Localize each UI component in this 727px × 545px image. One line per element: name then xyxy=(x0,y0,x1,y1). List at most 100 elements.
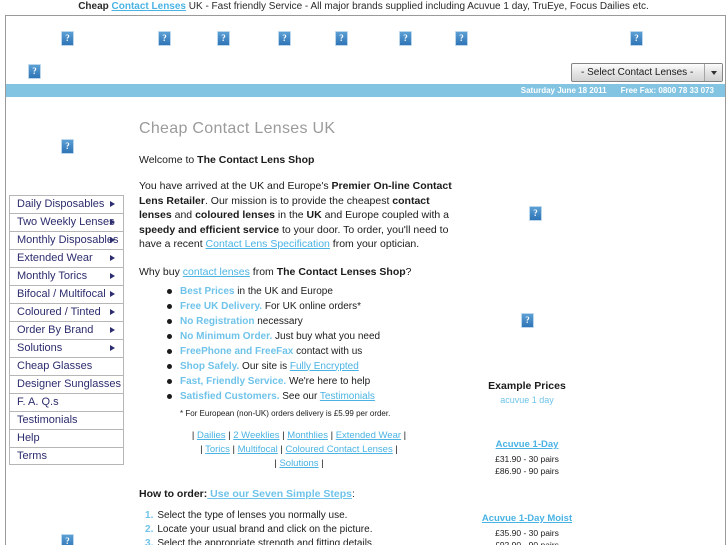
benefit-link[interactable]: Fully Encrypted xyxy=(290,361,359,372)
sidebar-item-testimonials[interactable]: Testimonials xyxy=(9,411,124,429)
category-link-multifocal[interactable]: Multifocal xyxy=(238,444,278,455)
sidebar-item-label: Bifocal / Multifocal xyxy=(17,288,106,300)
example-prices-heading: Example Prices xyxy=(488,380,566,392)
order-steps-list: Select the type of lenses you normally u… xyxy=(139,509,459,545)
sidebar-item-coloured-tinted[interactable]: Coloured / Tinted xyxy=(9,303,124,321)
select-contact-lenses-dropdown[interactable]: - Select Contact Lenses - xyxy=(571,63,723,82)
benefit-highlight: Satisfied Customers. xyxy=(180,390,280,402)
price-list: Acuvue 1-Day £31.90 - 30 pairs £86.90 - 90… xyxy=(466,439,588,545)
sidebar-item-label: Order By Brand xyxy=(17,324,94,336)
example-prices-subheading: acuvue 1 day xyxy=(500,395,554,405)
title-contact-lenses-link[interactable]: Contact Lenses xyxy=(112,1,186,12)
seven-simple-steps-link[interactable]: Use our Seven Simple Steps xyxy=(207,488,352,500)
example-prices-panel: Example Prices acuvue 1 day Acuvue 1-Day… xyxy=(466,380,588,545)
benefit-item: Satisfied Customers. See our Testimonial… xyxy=(167,389,459,404)
sidebar-item-label: Daily Disposables xyxy=(17,198,105,210)
benefit-item: Shop Safely. Our site is Fully Encrypted xyxy=(167,359,459,374)
chevron-right-icon xyxy=(110,201,115,207)
title-suffix: UK - Fast friendly Service - All major b… xyxy=(186,1,649,12)
broken-image-nav-5[interactable]: ? xyxy=(335,31,348,46)
sidebar-item-f-a-q-s[interactable]: F. A. Q.s xyxy=(9,393,124,411)
sidebar-item-solutions[interactable]: Solutions xyxy=(9,339,124,357)
broken-image-nav-7[interactable]: ? xyxy=(455,31,468,46)
sidebar-item-monthly-torics[interactable]: Monthly Torics xyxy=(9,267,124,285)
benefit-text: See our xyxy=(279,390,320,402)
sidebar-item-bifocal-multifocal[interactable]: Bifocal / Multifocal xyxy=(9,285,124,303)
sidebar-item-order-by-brand[interactable]: Order By Brand xyxy=(9,321,124,339)
sidebar-item-monthly-disposables[interactable]: Monthly Disposables xyxy=(9,231,124,249)
broken-image-nav-3[interactable]: ? xyxy=(217,31,230,46)
broken-image-sidebar-bottom[interactable]: ? xyxy=(61,534,74,545)
broken-image-nav-8[interactable]: ? xyxy=(630,31,643,46)
category-link-dailies[interactable]: Dailies xyxy=(197,430,226,441)
price-item: Acuvue 1-Day Moist £35.90 - 30 pairs £92.9… xyxy=(466,513,588,545)
sidebar-item-label: Monthly Disposables xyxy=(17,234,119,246)
intro-paragraph: You have arrived at the UK and Europe's … xyxy=(139,179,459,252)
sidebar-item-help[interactable]: Help xyxy=(9,429,124,447)
sidebar-item-two-weekly-lenses[interactable]: Two Weekly Lenses xyxy=(9,213,124,231)
free-fax-number: Free Fax: 0800 78 33 073 xyxy=(620,86,714,95)
page-title: Cheap Contact Lenses UK xyxy=(139,120,336,137)
sidebar-item-label: F. A. Q.s xyxy=(17,396,59,408)
chevron-right-icon xyxy=(110,345,115,351)
select-contact-lenses-value: - Select Contact Lenses - xyxy=(581,67,694,78)
chevron-right-icon xyxy=(110,219,115,225)
broken-image-nav-2[interactable]: ? xyxy=(158,31,171,46)
benefit-item: Fast, Friendly Service. We're here to he… xyxy=(167,374,459,389)
benefit-highlight: FreePhone and FreeFax xyxy=(180,345,294,357)
sidebar-item-terms[interactable]: Terms xyxy=(9,447,124,465)
broken-image-sidebar-top[interactable]: ? xyxy=(61,139,74,154)
category-link-rows: | Dailies | 2 Weeklies | Monthlies | Ext… xyxy=(139,429,459,471)
why-buy-middle: from xyxy=(249,265,277,278)
how-to-order-label: How to order: xyxy=(139,487,208,500)
sidebar-item-label: Two Weekly Lenses xyxy=(17,216,115,228)
benefit-highlight: No Minimum Order. xyxy=(180,330,273,342)
category-link-row: | Torics | Multifocal | Coloured Contact… xyxy=(200,443,398,455)
chevron-right-icon xyxy=(110,291,115,297)
intro-bold-3: coloured lenses xyxy=(195,209,276,221)
sidebar-item-daily-disposables[interactable]: Daily Disposables xyxy=(9,195,124,213)
delivery-footnote: * For European (non-UK) orders delivery … xyxy=(180,408,391,418)
benefit-item: No Registration necessary xyxy=(167,314,459,329)
sidebar-item-label: Terms xyxy=(17,450,47,462)
category-link-2-weeklies[interactable]: 2 Weeklies xyxy=(233,430,279,441)
broken-image-logo[interactable]: ? xyxy=(28,64,41,79)
why-buy-shop: The Contact Lenses Shop xyxy=(276,265,406,278)
why-buy-suffix: ? xyxy=(405,265,412,278)
current-date: Saturday June 18 2011 xyxy=(520,86,607,95)
benefit-highlight: Free UK Delivery. xyxy=(180,300,263,312)
sidebar-item-label: Solutions xyxy=(17,342,63,354)
sidebar-item-extended-wear[interactable]: Extended Wear xyxy=(9,249,124,267)
intro-text-2: . Our mission is to provide the cheapest xyxy=(204,194,393,207)
price-line: £35.90 - 30 pairs xyxy=(495,528,559,538)
chevron-down-icon[interactable] xyxy=(704,64,722,81)
sidebar-item-designer-sunglasses[interactable]: Designer Sunglasses xyxy=(9,375,124,393)
broken-image-nav-4[interactable]: ? xyxy=(278,31,291,46)
benefit-item: Best Prices in the UK and Europe xyxy=(167,284,459,299)
sidebar-item-cheap-glasses[interactable]: Cheap Glasses xyxy=(9,357,124,375)
benefit-text: Our site is xyxy=(239,360,290,372)
main-content: Cheap Contact Lenses UK Welcome to The C… xyxy=(139,120,459,545)
price-product-link[interactable]: Acuvue 1-Day Moist xyxy=(466,513,588,524)
broken-image-nav-6[interactable]: ? xyxy=(399,31,412,46)
benefit-link[interactable]: Testimonials xyxy=(320,391,375,402)
price-product-link[interactable]: Acuvue 1-Day xyxy=(466,439,588,450)
contact-lens-specification-link[interactable]: Contact Lens Specification xyxy=(206,238,330,250)
benefit-text: contact with us xyxy=(293,345,363,357)
order-step-text: Select the type of lenses you normally u… xyxy=(157,509,348,521)
contact-lenses-link[interactable]: contact lenses xyxy=(183,266,250,278)
sidebar-item-label: Extended Wear xyxy=(17,252,93,264)
why-buy-prefix: Why buy xyxy=(139,265,183,278)
category-link-monthlies[interactable]: Monthlies xyxy=(287,430,328,441)
price-line: £92.90 - 90 pairs xyxy=(495,540,559,545)
category-link-coloured-contact-lenses[interactable]: Coloured Contact Lenses xyxy=(286,444,393,455)
category-link-extended-wear[interactable]: Extended Wear xyxy=(336,430,401,441)
sidebar-item-label: Coloured / Tinted xyxy=(17,306,101,318)
broken-image-content-right-2[interactable]: ? xyxy=(521,313,534,328)
category-link-torics[interactable]: Torics xyxy=(205,444,230,455)
benefit-text: For UK online orders* xyxy=(262,300,362,312)
order-step: Select the type of lenses you normally u… xyxy=(145,509,459,523)
category-link-solutions[interactable]: Solutions xyxy=(279,458,318,469)
broken-image-content-right-1[interactable]: ? xyxy=(529,206,542,221)
broken-image-nav-1[interactable]: ? xyxy=(61,31,74,46)
